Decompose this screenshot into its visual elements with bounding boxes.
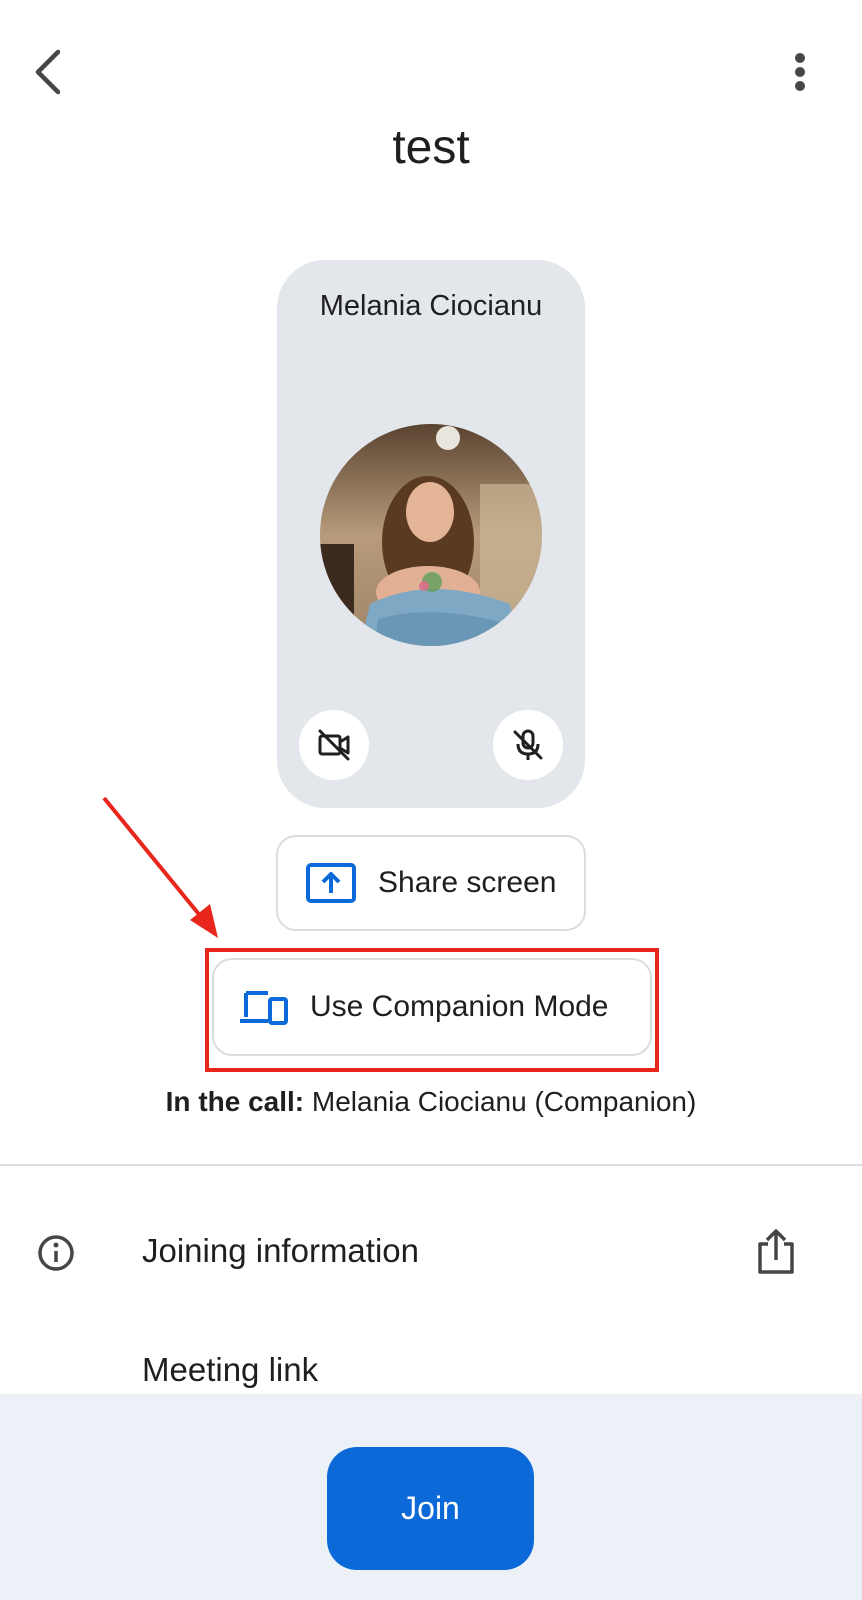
- mic-toggle-button[interactable]: [493, 710, 563, 780]
- chevron-left-icon: [35, 49, 61, 95]
- present-to-all-icon: [306, 863, 356, 903]
- more-options-button[interactable]: [776, 44, 824, 100]
- in-call-names: Melania Ciocianu (Companion): [311, 1086, 697, 1117]
- info-icon: [38, 1235, 74, 1271]
- share-icon: [758, 1229, 794, 1274]
- in-call-prefix: In the call:: [165, 1086, 305, 1117]
- join-button[interactable]: Join: [327, 1447, 534, 1570]
- videocam-off-icon: [318, 729, 350, 761]
- companion-mode-button[interactable]: Use Companion Mode: [212, 958, 652, 1056]
- more-vert-icon: [795, 53, 805, 91]
- divider: [0, 1164, 862, 1166]
- companion-mode-label: Use Companion Mode: [310, 990, 609, 1023]
- share-screen-button[interactable]: Share screen: [276, 835, 586, 931]
- avatar: [320, 424, 542, 646]
- joining-information-heading[interactable]: Joining information: [142, 1232, 419, 1270]
- back-button[interactable]: [24, 40, 76, 104]
- arrow-annotation: [102, 796, 218, 938]
- in-call-status: In the call: Melania Ciocianu (Companion…: [0, 1086, 862, 1118]
- meeting-link-label: Meeting link: [142, 1351, 319, 1388]
- share-screen-label: Share screen: [378, 866, 557, 899]
- devices-icon: [240, 991, 288, 1025]
- mic-off-icon: [513, 729, 543, 760]
- self-preview-tile: Melania Ciocianu: [277, 260, 585, 808]
- participant-name: Melania Ciocianu: [319, 290, 543, 322]
- camera-toggle-button[interactable]: [299, 710, 369, 780]
- meeting-title: test: [392, 121, 470, 174]
- share-joining-info-button[interactable]: [752, 1226, 800, 1278]
